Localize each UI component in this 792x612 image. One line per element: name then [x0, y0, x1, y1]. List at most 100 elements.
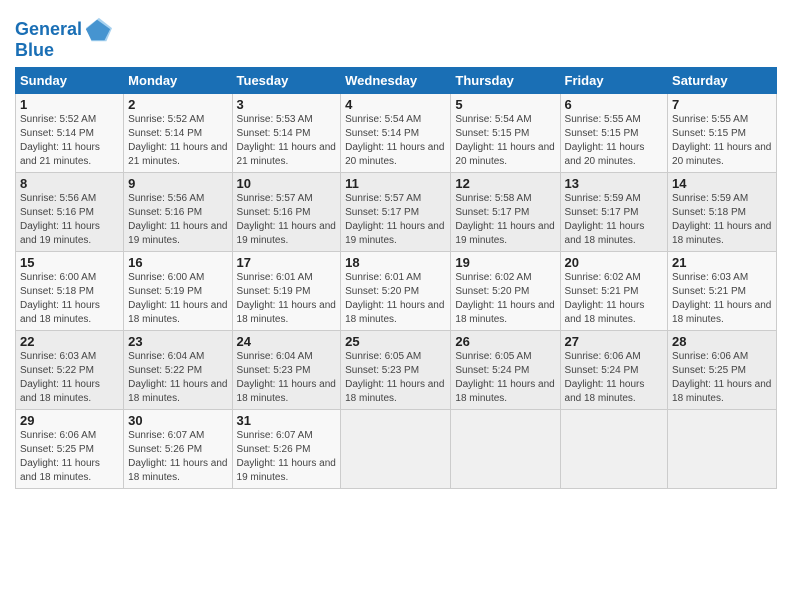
day-number: 23: [128, 334, 227, 349]
calendar-cell: 13Sunrise: 5:59 AMSunset: 5:17 PMDayligh…: [560, 173, 668, 252]
calendar-cell: 17 Sunrise: 6:01 AMSunset: 5:19 PMDayligh…: [232, 252, 341, 331]
day-info: Sunrise: 6:01 AMSunset: 5:19 PMDaylight:…: [237, 272, 336, 325]
calendar-cell: 2 Sunrise: 5:52 AMSunset: 5:14 PMDaylight…: [124, 94, 232, 173]
calendar-cell: 27 Sunrise: 6:06 AMSunset: 5:24 PMDayligh…: [560, 331, 668, 410]
calendar-cell: 11 Sunrise: 5:57 AMSunset: 5:17 PMDayligh…: [341, 173, 451, 252]
calendar-cell: 21 Sunrise: 6:03 AMSunset: 5:21 PMDayligh…: [668, 252, 777, 331]
day-info: Sunrise: 6:00 AMSunset: 5:19 PMDaylight:…: [128, 272, 227, 325]
calendar-cell: 19 Sunrise: 6:02 AMSunset: 5:20 PMDayligh…: [451, 252, 560, 331]
day-number: 3: [237, 97, 337, 112]
day-number: 2: [128, 97, 227, 112]
day-number: 12: [455, 176, 555, 191]
day-number: 8: [20, 176, 119, 191]
calendar-cell: 23 Sunrise: 6:04 AMSunset: 5:22 PMDayligh…: [124, 331, 232, 410]
day-info: Sunrise: 5:55 AMSunset: 5:15 PMDaylight:…: [672, 114, 771, 167]
day-number: 27: [565, 334, 664, 349]
day-info: Sunrise: 5:56 AMSunset: 5:16 PMDaylight:…: [128, 193, 227, 246]
day-info: Sunrise: 6:07 AMSunset: 5:26 PMDaylight:…: [237, 430, 336, 483]
day-info: Sunrise: 6:05 AMSunset: 5:23 PMDaylight:…: [345, 351, 444, 404]
day-info: Sunrise: 6:02 AMSunset: 5:21 PMDaylight:…: [565, 272, 645, 325]
day-info: Sunrise: 6:06 AMSunset: 5:25 PMDaylight:…: [672, 351, 771, 404]
day-number: 9: [128, 176, 227, 191]
day-header-thursday: Thursday: [451, 68, 560, 94]
calendar-cell: [560, 410, 668, 489]
day-info: Sunrise: 6:03 AMSunset: 5:22 PMDaylight:…: [20, 351, 100, 404]
day-header-wednesday: Wednesday: [341, 68, 451, 94]
day-info: Sunrise: 5:55 AMSunset: 5:15 PMDaylight:…: [565, 114, 645, 167]
day-number: 24: [237, 334, 337, 349]
day-info: Sunrise: 5:56 AMSunset: 5:16 PMDaylight:…: [20, 193, 100, 246]
calendar-cell: 14 Sunrise: 5:59 AMSunset: 5:18 PMDayligh…: [668, 173, 777, 252]
logo-text: General: [15, 20, 82, 40]
calendar-cell: 10 Sunrise: 5:57 AMSunset: 5:16 PMDayligh…: [232, 173, 341, 252]
calendar: SundayMondayTuesdayWednesdayThursdayFrid…: [15, 67, 777, 489]
calendar-cell: 30Sunrise: 6:07 AMSunset: 5:26 PMDayligh…: [124, 410, 232, 489]
day-info: Sunrise: 6:01 AMSunset: 5:20 PMDaylight:…: [345, 272, 444, 325]
day-header-saturday: Saturday: [668, 68, 777, 94]
day-number: 1: [20, 97, 119, 112]
calendar-cell: 24 Sunrise: 6:04 AMSunset: 5:23 PMDayligh…: [232, 331, 341, 410]
day-number: 28: [672, 334, 772, 349]
day-number: 6: [565, 97, 664, 112]
day-number: 18: [345, 255, 446, 270]
logo-icon: [84, 16, 112, 44]
calendar-cell: 15 Sunrise: 6:00 AMSunset: 5:18 PMDayligh…: [16, 252, 124, 331]
day-info: Sunrise: 5:52 AMSunset: 5:14 PMDaylight:…: [128, 114, 227, 167]
day-number: 11: [345, 176, 446, 191]
day-number: 15: [20, 255, 119, 270]
day-info: Sunrise: 5:59 AMSunset: 5:17 PMDaylight:…: [565, 193, 645, 246]
calendar-cell: 28 Sunrise: 6:06 AMSunset: 5:25 PMDayligh…: [668, 331, 777, 410]
calendar-cell: 22 Sunrise: 6:03 AMSunset: 5:22 PMDayligh…: [16, 331, 124, 410]
calendar-cell: 20Sunrise: 6:02 AMSunset: 5:21 PMDayligh…: [560, 252, 668, 331]
day-info: Sunrise: 5:58 AMSunset: 5:17 PMDaylight:…: [455, 193, 554, 246]
day-number: 29: [20, 413, 119, 428]
day-info: Sunrise: 6:04 AMSunset: 5:22 PMDaylight:…: [128, 351, 227, 404]
day-info: Sunrise: 6:06 AMSunset: 5:25 PMDaylight:…: [20, 430, 100, 483]
day-info: Sunrise: 6:06 AMSunset: 5:24 PMDaylight:…: [565, 351, 645, 404]
day-info: Sunrise: 5:57 AMSunset: 5:17 PMDaylight:…: [345, 193, 444, 246]
calendar-cell: [451, 410, 560, 489]
header: General Blue: [15, 10, 777, 61]
day-number: 19: [455, 255, 555, 270]
day-info: Sunrise: 6:02 AMSunset: 5:20 PMDaylight:…: [455, 272, 554, 325]
calendar-cell: 6 Sunrise: 5:55 AMSunset: 5:15 PMDaylight…: [560, 94, 668, 173]
calendar-cell: 9 Sunrise: 5:56 AMSunset: 5:16 PMDaylight…: [124, 173, 232, 252]
day-info: Sunrise: 5:54 AMSunset: 5:14 PMDaylight:…: [345, 114, 444, 167]
day-header-tuesday: Tuesday: [232, 68, 341, 94]
day-info: Sunrise: 5:59 AMSunset: 5:18 PMDaylight:…: [672, 193, 771, 246]
logo: General Blue: [15, 16, 112, 61]
day-header-sunday: Sunday: [16, 68, 124, 94]
calendar-week-row: 22 Sunrise: 6:03 AMSunset: 5:22 PMDayligh…: [16, 331, 777, 410]
day-number: 17: [237, 255, 337, 270]
day-number: 14: [672, 176, 772, 191]
calendar-cell: [668, 410, 777, 489]
day-info: Sunrise: 6:03 AMSunset: 5:21 PMDaylight:…: [672, 272, 771, 325]
day-info: Sunrise: 6:05 AMSunset: 5:24 PMDaylight:…: [455, 351, 554, 404]
calendar-cell: 5Sunrise: 5:54 AMSunset: 5:15 PMDaylight…: [451, 94, 560, 173]
calendar-cell: 1 Sunrise: 5:52 AMSunset: 5:14 PMDaylight…: [16, 94, 124, 173]
calendar-cell: 26 Sunrise: 6:05 AMSunset: 5:24 PMDayligh…: [451, 331, 560, 410]
day-info: Sunrise: 6:00 AMSunset: 5:18 PMDaylight:…: [20, 272, 100, 325]
calendar-cell: 8 Sunrise: 5:56 AMSunset: 5:16 PMDaylight…: [16, 173, 124, 252]
calendar-cell: 29 Sunrise: 6:06 AMSunset: 5:25 PMDayligh…: [16, 410, 124, 489]
day-info: Sunrise: 6:07 AMSunset: 5:26 PMDaylight:…: [128, 430, 227, 483]
day-number: 10: [237, 176, 337, 191]
calendar-cell: 31 Sunrise: 6:07 AMSunset: 5:26 PMDayligh…: [232, 410, 341, 489]
calendar-cell: 16Sunrise: 6:00 AMSunset: 5:19 PMDayligh…: [124, 252, 232, 331]
day-info: Sunrise: 5:52 AMSunset: 5:14 PMDaylight:…: [20, 114, 100, 167]
day-info: Sunrise: 5:53 AMSunset: 5:14 PMDaylight:…: [237, 114, 336, 167]
day-info: Sunrise: 5:57 AMSunset: 5:16 PMDaylight:…: [237, 193, 336, 246]
calendar-cell: 12 Sunrise: 5:58 AMSunset: 5:17 PMDayligh…: [451, 173, 560, 252]
calendar-cell: 7 Sunrise: 5:55 AMSunset: 5:15 PMDaylight…: [668, 94, 777, 173]
day-number: 31: [237, 413, 337, 428]
calendar-week-row: 15 Sunrise: 6:00 AMSunset: 5:18 PMDayligh…: [16, 252, 777, 331]
day-number: 7: [672, 97, 772, 112]
day-number: 21: [672, 255, 772, 270]
day-header-friday: Friday: [560, 68, 668, 94]
day-number: 26: [455, 334, 555, 349]
day-number: 22: [20, 334, 119, 349]
calendar-cell: 25Sunrise: 6:05 AMSunset: 5:23 PMDayligh…: [341, 331, 451, 410]
calendar-week-row: 8 Sunrise: 5:56 AMSunset: 5:16 PMDaylight…: [16, 173, 777, 252]
day-info: Sunrise: 6:04 AMSunset: 5:23 PMDaylight:…: [237, 351, 336, 404]
calendar-week-row: 29 Sunrise: 6:06 AMSunset: 5:25 PMDayligh…: [16, 410, 777, 489]
